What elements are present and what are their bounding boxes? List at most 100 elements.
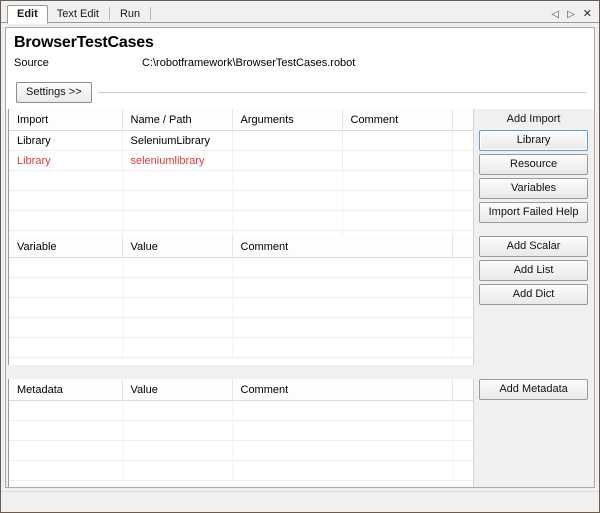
column-header-comment[interactable]: Comment bbox=[342, 109, 452, 131]
cell-empty[interactable] bbox=[452, 278, 473, 298]
cell-empty[interactable] bbox=[232, 338, 452, 358]
cell-empty[interactable] bbox=[452, 211, 473, 231]
cell-empty[interactable] bbox=[9, 338, 122, 358]
cell-name-path[interactable]: seleniumlibrary bbox=[122, 151, 232, 171]
column-header-extra[interactable] bbox=[452, 379, 473, 401]
cell-empty[interactable] bbox=[232, 171, 342, 191]
cell-arguments[interactable] bbox=[232, 151, 342, 171]
table-row-empty[interactable] bbox=[9, 338, 473, 358]
cell-comment[interactable] bbox=[342, 131, 452, 151]
column-header-name-path[interactable]: Name / Path bbox=[122, 109, 232, 131]
cell-empty[interactable] bbox=[122, 421, 232, 441]
cell-empty[interactable] bbox=[122, 461, 232, 481]
cell-empty[interactable] bbox=[122, 211, 232, 231]
cell-empty[interactable] bbox=[452, 318, 473, 338]
add-dict-button[interactable]: Add Dict bbox=[479, 284, 588, 305]
table-row-empty[interactable] bbox=[9, 318, 473, 338]
cell-empty[interactable] bbox=[232, 258, 452, 278]
imports-grid-pane[interactable]: Import Name / Path Arguments Comment Lib… bbox=[8, 109, 474, 236]
table-row-empty[interactable] bbox=[9, 441, 473, 461]
cell-empty[interactable] bbox=[342, 191, 452, 211]
add-resource-button[interactable]: Resource bbox=[479, 154, 588, 175]
close-icon[interactable]: ✕ bbox=[583, 9, 592, 20]
previous-tab-icon[interactable]: ◁ bbox=[551, 10, 559, 20]
column-header-comment[interactable]: Comment bbox=[232, 236, 452, 258]
cell-empty[interactable] bbox=[122, 258, 232, 278]
cell-empty[interactable] bbox=[452, 171, 473, 191]
cell-empty[interactable] bbox=[122, 191, 232, 211]
cell-empty[interactable] bbox=[232, 278, 452, 298]
table-row-empty[interactable] bbox=[9, 298, 473, 318]
add-scalar-button[interactable]: Add Scalar bbox=[479, 236, 588, 257]
cell-empty[interactable] bbox=[9, 191, 122, 211]
cell-empty[interactable] bbox=[122, 318, 232, 338]
column-header-variable[interactable]: Variable bbox=[9, 236, 122, 258]
cell-import-type[interactable]: Library bbox=[9, 131, 122, 151]
cell-arguments[interactable] bbox=[232, 131, 342, 151]
tab-edit[interactable]: Edit bbox=[7, 5, 48, 24]
import-failed-help-button[interactable]: Import Failed Help bbox=[479, 202, 588, 223]
cell-empty[interactable] bbox=[9, 298, 122, 318]
cell-extra[interactable] bbox=[452, 151, 473, 171]
cell-empty[interactable] bbox=[452, 441, 473, 461]
cell-empty[interactable] bbox=[342, 211, 452, 231]
cell-empty[interactable] bbox=[232, 298, 452, 318]
table-row[interactable]: Library SeleniumLibrary bbox=[9, 131, 473, 151]
cell-empty[interactable] bbox=[452, 461, 473, 481]
tab-text-edit[interactable]: Text Edit bbox=[48, 5, 108, 23]
cell-empty[interactable] bbox=[122, 171, 232, 191]
cell-empty[interactable] bbox=[452, 298, 473, 318]
cell-empty[interactable] bbox=[232, 421, 452, 441]
column-header-extra[interactable] bbox=[452, 109, 473, 131]
cell-extra[interactable] bbox=[452, 131, 473, 151]
add-variables-button[interactable]: Variables bbox=[479, 178, 588, 199]
column-header-metadata[interactable]: Metadata bbox=[9, 379, 122, 401]
table-row-empty[interactable] bbox=[9, 258, 473, 278]
variables-grid-pane[interactable]: Variable Value Comment bbox=[8, 236, 474, 365]
table-row[interactable]: Library seleniumlibrary bbox=[9, 151, 473, 171]
cell-empty[interactable] bbox=[232, 211, 342, 231]
cell-empty[interactable] bbox=[452, 401, 473, 421]
cell-empty[interactable] bbox=[9, 171, 122, 191]
cell-empty[interactable] bbox=[9, 278, 122, 298]
cell-empty[interactable] bbox=[9, 318, 122, 338]
cell-empty[interactable] bbox=[122, 278, 232, 298]
add-list-button[interactable]: Add List bbox=[479, 260, 588, 281]
cell-name-path[interactable]: SeleniumLibrary bbox=[122, 131, 232, 151]
cell-empty[interactable] bbox=[342, 171, 452, 191]
cell-empty[interactable] bbox=[122, 298, 232, 318]
cell-empty[interactable] bbox=[122, 401, 232, 421]
cell-empty[interactable] bbox=[452, 421, 473, 441]
column-header-comment[interactable]: Comment bbox=[232, 379, 452, 401]
cell-empty[interactable] bbox=[452, 338, 473, 358]
table-row-empty[interactable] bbox=[9, 211, 473, 231]
cell-empty[interactable] bbox=[9, 461, 122, 481]
cell-empty[interactable] bbox=[452, 258, 473, 278]
column-header-import[interactable]: Import bbox=[9, 109, 122, 131]
column-header-arguments[interactable]: Arguments bbox=[232, 109, 342, 131]
cell-empty[interactable] bbox=[452, 191, 473, 211]
table-row-empty[interactable] bbox=[9, 171, 473, 191]
cell-comment[interactable] bbox=[342, 151, 452, 171]
cell-empty[interactable] bbox=[9, 441, 122, 461]
column-header-value[interactable]: Value bbox=[122, 379, 232, 401]
cell-empty[interactable] bbox=[122, 338, 232, 358]
cell-empty[interactable] bbox=[232, 401, 452, 421]
metadata-grid-pane[interactable]: Metadata Value Comment bbox=[8, 379, 474, 487]
cell-empty[interactable] bbox=[232, 461, 452, 481]
tab-run[interactable]: Run bbox=[111, 5, 149, 23]
cell-empty[interactable] bbox=[232, 318, 452, 338]
column-header-value[interactable]: Value bbox=[122, 236, 232, 258]
cell-empty[interactable] bbox=[9, 401, 122, 421]
table-row-empty[interactable] bbox=[9, 278, 473, 298]
cell-empty[interactable] bbox=[9, 421, 122, 441]
cell-empty[interactable] bbox=[9, 211, 122, 231]
table-row-empty[interactable] bbox=[9, 421, 473, 441]
cell-empty[interactable] bbox=[232, 191, 342, 211]
next-tab-icon[interactable]: ▷ bbox=[567, 10, 575, 20]
table-row-empty[interactable] bbox=[9, 191, 473, 211]
settings-toggle-button[interactable]: Settings >> bbox=[16, 82, 92, 103]
cell-import-type[interactable]: Library bbox=[9, 151, 122, 171]
cell-empty[interactable] bbox=[232, 441, 452, 461]
table-row-empty[interactable] bbox=[9, 461, 473, 481]
